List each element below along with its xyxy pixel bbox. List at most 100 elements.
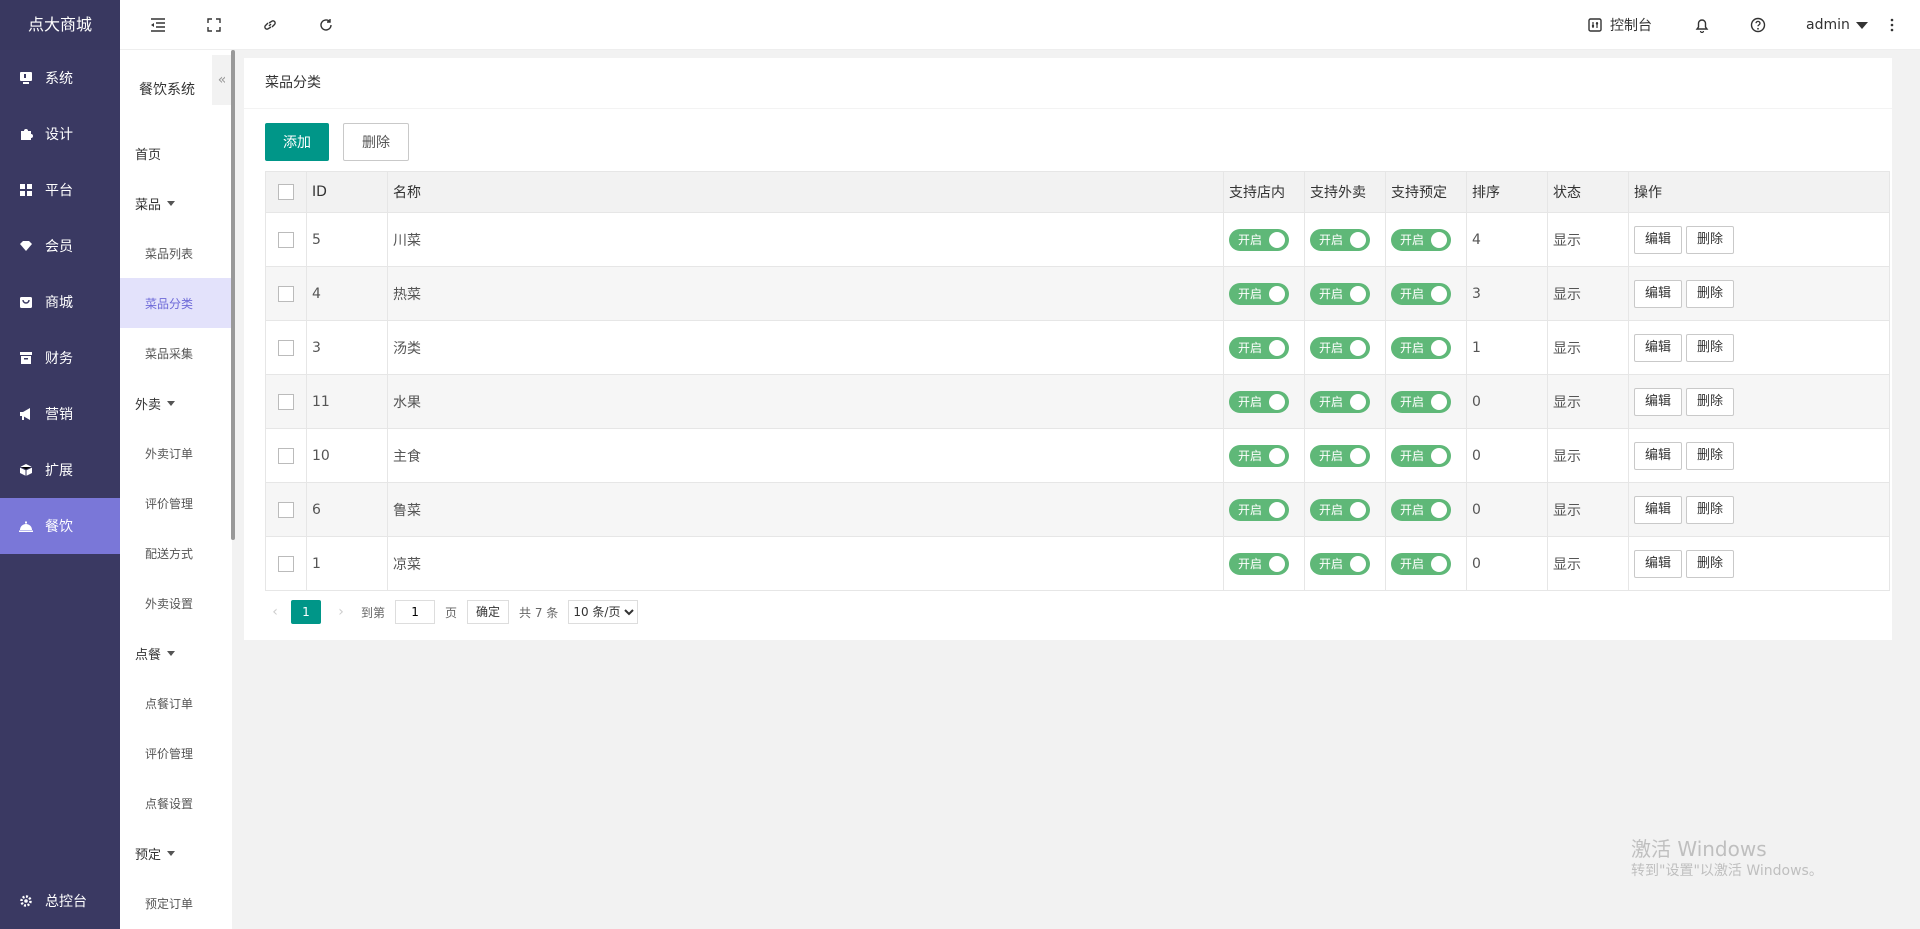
- switch-takeout[interactable]: 开启: [1310, 282, 1370, 305]
- bell-icon[interactable]: [1692, 15, 1712, 35]
- row-checkbox[interactable]: [278, 231, 294, 248]
- th-status[interactable]: 状态: [1547, 171, 1629, 213]
- switch-reserve[interactable]: 开启: [1391, 444, 1451, 467]
- edit-button[interactable]: 编辑: [1634, 387, 1683, 416]
- switch-reserve[interactable]: 开启: [1391, 282, 1451, 305]
- switch-takeout[interactable]: 开启: [1310, 228, 1370, 251]
- edit-button[interactable]: 编辑: [1634, 225, 1683, 254]
- cell-status[interactable]: 显示: [1547, 428, 1629, 483]
- switch-takeout[interactable]: 开启: [1310, 390, 1370, 413]
- user-menu[interactable]: admin: [1806, 0, 1868, 50]
- sub-nav-item-6[interactable]: 外卖订单: [120, 428, 232, 478]
- menu-toggle-icon[interactable]: [148, 15, 168, 35]
- switch-in-store[interactable]: 开启: [1229, 228, 1289, 251]
- sub-nav-item-5[interactable]: 外卖: [120, 378, 232, 428]
- sub-nav-item-14[interactable]: 预定: [120, 828, 232, 878]
- batch-delete-button[interactable]: 删除: [343, 123, 409, 161]
- sub-nav-item-11[interactable]: 点餐订单: [120, 678, 232, 728]
- sub-nav-item-1[interactable]: 菜品: [120, 178, 232, 228]
- sub-nav-item-3[interactable]: 菜品分类: [120, 278, 232, 328]
- sub-nav-item-0[interactable]: 首页: [120, 128, 232, 178]
- more-vertical-icon[interactable]: [1882, 15, 1902, 35]
- delete-button[interactable]: 删除: [1686, 441, 1735, 470]
- sub-sidebar-scrollbar[interactable]: [231, 50, 235, 540]
- switch-reserve[interactable]: 开启: [1391, 228, 1451, 251]
- delete-button[interactable]: 删除: [1686, 279, 1735, 308]
- th-reserve[interactable]: 支持预定: [1385, 171, 1467, 213]
- th-sort[interactable]: 排序: [1466, 171, 1548, 213]
- row-checkbox[interactable]: [278, 393, 294, 410]
- nav-item-0[interactable]: 系统: [0, 50, 120, 106]
- switch-reserve[interactable]: 开启: [1391, 552, 1451, 575]
- row-checkbox[interactable]: [278, 447, 294, 464]
- nav-item-console[interactable]: 总控台: [0, 873, 120, 929]
- add-button[interactable]: 添加: [265, 123, 329, 161]
- collapse-sidebar-button[interactable]: «: [212, 55, 232, 105]
- cell-status[interactable]: 显示: [1547, 482, 1629, 537]
- switch-in-store[interactable]: 开启: [1229, 282, 1289, 305]
- delete-button[interactable]: 删除: [1686, 225, 1735, 254]
- console-link[interactable]: 控制台: [1588, 0, 1652, 50]
- nav-item-4[interactable]: 商城: [0, 274, 120, 330]
- select-all-checkbox[interactable]: [278, 184, 294, 200]
- delete-button[interactable]: 删除: [1686, 549, 1735, 578]
- th-in-store[interactable]: 支持店内: [1223, 171, 1305, 213]
- switch-in-store[interactable]: 开启: [1229, 552, 1289, 575]
- page-size-select[interactable]: 10 条/页: [568, 600, 639, 624]
- cell-status[interactable]: 显示: [1547, 212, 1629, 267]
- row-checkbox[interactable]: [278, 555, 294, 572]
- nav-item-3[interactable]: 会员: [0, 218, 120, 274]
- delete-button[interactable]: 删除: [1686, 495, 1735, 524]
- sub-nav-item-12[interactable]: 评价管理: [120, 728, 232, 778]
- th-takeout[interactable]: 支持外卖: [1304, 171, 1386, 213]
- edit-button[interactable]: 编辑: [1634, 549, 1683, 578]
- fullscreen-icon[interactable]: [204, 15, 224, 35]
- cell-status[interactable]: 显示: [1547, 266, 1629, 321]
- nav-item-7[interactable]: 扩展: [0, 442, 120, 498]
- goto-page-input[interactable]: [395, 600, 436, 624]
- edit-button[interactable]: 编辑: [1634, 333, 1683, 362]
- switch-in-store[interactable]: 开启: [1229, 498, 1289, 521]
- cell-status[interactable]: 显示: [1547, 374, 1629, 429]
- row-checkbox[interactable]: [278, 501, 294, 518]
- nav-item-8[interactable]: 餐饮: [0, 498, 120, 554]
- switch-in-store[interactable]: 开启: [1229, 336, 1289, 359]
- sub-nav-item-8[interactable]: 配送方式: [120, 528, 232, 578]
- switch-takeout[interactable]: 开启: [1310, 336, 1370, 359]
- row-checkbox[interactable]: [278, 285, 294, 302]
- edit-button[interactable]: 编辑: [1634, 495, 1683, 524]
- prev-page-icon[interactable]: ‹: [265, 604, 285, 620]
- edit-button[interactable]: 编辑: [1634, 441, 1683, 470]
- row-checkbox[interactable]: [278, 339, 294, 356]
- switch-reserve[interactable]: 开启: [1391, 336, 1451, 359]
- sub-nav-item-10[interactable]: 点餐: [120, 628, 232, 678]
- delete-button[interactable]: 删除: [1686, 387, 1735, 416]
- switch-reserve[interactable]: 开启: [1391, 498, 1451, 521]
- switch-takeout[interactable]: 开启: [1310, 552, 1370, 575]
- link-icon[interactable]: [260, 15, 280, 35]
- sub-nav-item-4[interactable]: 菜品采集: [120, 328, 232, 378]
- delete-button[interactable]: 删除: [1686, 333, 1735, 362]
- current-page[interactable]: 1: [291, 600, 321, 624]
- switch-takeout[interactable]: 开启: [1310, 444, 1370, 467]
- cell-status[interactable]: 显示: [1547, 536, 1629, 591]
- cell-status[interactable]: 显示: [1547, 320, 1629, 375]
- nav-item-1[interactable]: 设计: [0, 106, 120, 162]
- sub-nav-item-7[interactable]: 评价管理: [120, 478, 232, 528]
- sub-nav-item-9[interactable]: 外卖设置: [120, 578, 232, 628]
- sub-nav-item-2[interactable]: 菜品列表: [120, 228, 232, 278]
- th-id[interactable]: ID: [306, 171, 388, 213]
- th-name[interactable]: 名称: [387, 171, 1224, 213]
- switch-reserve[interactable]: 开启: [1391, 390, 1451, 413]
- nav-item-5[interactable]: 财务: [0, 330, 120, 386]
- nav-item-2[interactable]: 平台: [0, 162, 120, 218]
- sub-nav-item-15[interactable]: 预定订单: [120, 878, 232, 928]
- refresh-icon[interactable]: [316, 15, 336, 35]
- next-page-icon[interactable]: ›: [331, 604, 351, 620]
- switch-takeout[interactable]: 开启: [1310, 498, 1370, 521]
- edit-button[interactable]: 编辑: [1634, 279, 1683, 308]
- help-icon[interactable]: [1748, 15, 1768, 35]
- goto-confirm-button[interactable]: 确定: [467, 600, 510, 624]
- sub-nav-item-13[interactable]: 点餐设置: [120, 778, 232, 828]
- switch-in-store[interactable]: 开启: [1229, 390, 1289, 413]
